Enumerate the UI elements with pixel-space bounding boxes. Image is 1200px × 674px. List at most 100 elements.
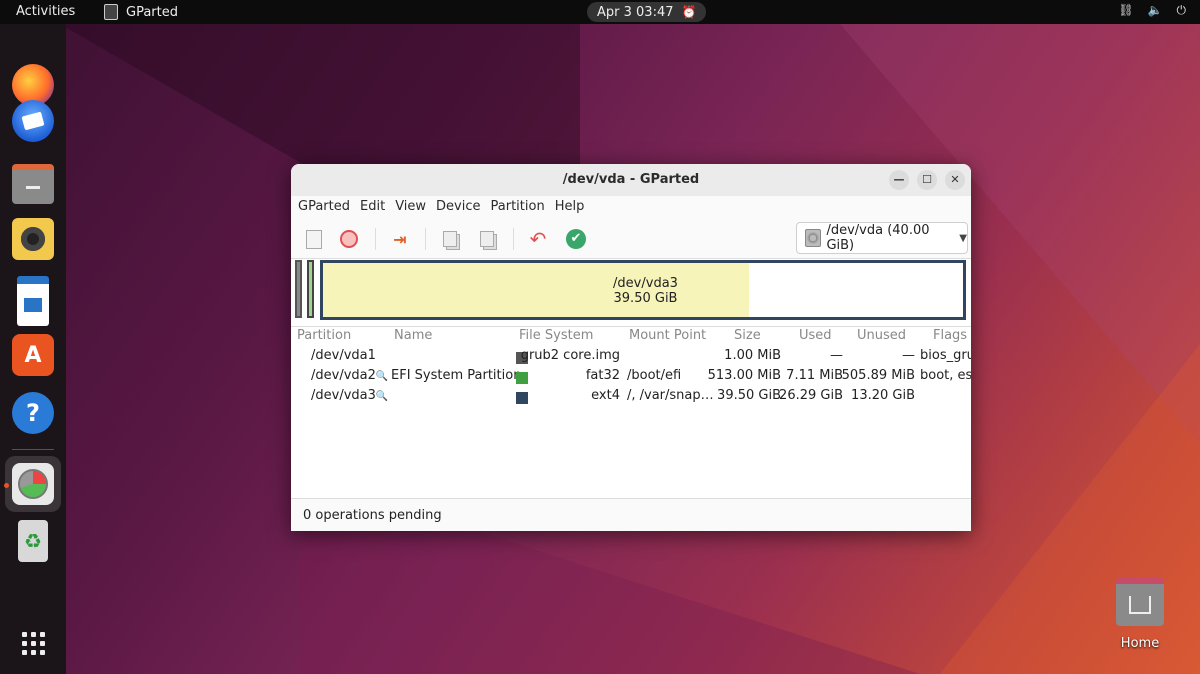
cell-flags: boot, esp xyxy=(920,368,971,383)
cell-size: 1.00 MiB xyxy=(724,348,781,363)
chevron-down-icon: ▼ xyxy=(959,232,967,244)
partition-block-vda1[interactable] xyxy=(295,260,302,318)
libreoffice-writer-icon[interactable] xyxy=(17,276,49,326)
cell-size: 513.00 MiB xyxy=(707,368,781,383)
device-selector[interactable]: /dev/vda (40.00 GiB) ▼ xyxy=(796,222,968,254)
gparted-app-icon xyxy=(104,4,118,20)
cell-partition: /dev/vda1 xyxy=(311,348,376,363)
new-partition-button[interactable] xyxy=(303,228,325,250)
disk-icon xyxy=(805,229,822,247)
cell-partition: /dev/vda3🔍 xyxy=(311,388,389,403)
cell-used: 26.29 GiB xyxy=(779,388,843,403)
col-mountpoint[interactable]: Mount Point xyxy=(629,328,706,343)
copy-icon xyxy=(443,231,457,247)
app-menu-label: GParted xyxy=(126,4,178,20)
cell-used: 7.11 MiB xyxy=(786,368,843,383)
trash-icon[interactable]: ♻ xyxy=(18,520,48,562)
delete-icon xyxy=(340,230,358,248)
toolbar-separator xyxy=(425,228,426,250)
menu-gparted[interactable]: GParted xyxy=(293,196,355,218)
status-bar: 0 operations pending xyxy=(291,498,971,531)
graph-size-label: 39.50 GiB xyxy=(613,291,678,306)
volume-icon: 🔈 xyxy=(1147,3,1163,17)
home-folder[interactable]: Home xyxy=(1112,578,1168,651)
graph-partition-label: /dev/vda3 xyxy=(613,276,678,291)
col-name[interactable]: Name xyxy=(394,328,432,343)
divider xyxy=(291,326,971,327)
dock: A ? ♻ xyxy=(0,24,66,674)
help-icon[interactable]: ? xyxy=(12,392,54,434)
partition-table: Partition Name File System Mount Point S… xyxy=(291,328,971,408)
menu-partition[interactable]: Partition xyxy=(486,196,550,218)
paste-button[interactable] xyxy=(476,228,498,250)
apply-check-icon: ✔ xyxy=(566,229,586,249)
network-icon: ⛓ xyxy=(1118,3,1134,17)
window-title: /dev/vda - GParted xyxy=(562,172,700,187)
cell-unused: 13.20 GiB xyxy=(851,388,915,403)
home-folder-label: Home xyxy=(1120,636,1160,651)
clock[interactable]: Apr 3 03:47 ⏰ xyxy=(587,2,707,22)
undo-button[interactable]: ↶ xyxy=(527,227,549,251)
app-center-icon[interactable]: A xyxy=(12,334,54,376)
resize-move-button[interactable]: ⇥ xyxy=(389,228,411,250)
home-folder-icon xyxy=(1116,578,1164,626)
mounted-magnifier-icon: 🔍 xyxy=(375,391,389,402)
col-filesystem[interactable]: File System xyxy=(519,328,593,343)
table-row[interactable]: /dev/vda1 grub2 core.img 1.00 MiB — — bios_gr… xyxy=(291,348,971,368)
col-flags[interactable]: Flags xyxy=(933,328,967,343)
table-row[interactable]: /dev/vda3🔍 ext4 /, /var/snap… 39.50 GiB 26.2… xyxy=(291,388,971,408)
close-button[interactable]: ✕ xyxy=(945,170,965,190)
cell-size: 39.50 GiB xyxy=(717,388,781,403)
minimize-button[interactable]: — xyxy=(889,170,909,190)
cell-name: EFI System Partition xyxy=(391,368,522,383)
col-partition[interactable]: Partition xyxy=(297,328,351,343)
delete-partition-button[interactable] xyxy=(338,228,360,250)
cell-filesystem: ext4 xyxy=(591,388,620,403)
clock-label: Apr 3 03:47 xyxy=(597,4,674,20)
cell-unused: — xyxy=(902,348,915,363)
filesystem-color-swatch xyxy=(516,372,528,384)
activities-button[interactable]: Activities xyxy=(16,4,75,19)
cell-used: — xyxy=(830,348,843,363)
paste-icon xyxy=(480,231,494,247)
dock-separator xyxy=(12,449,54,450)
cell-partition: /dev/vda2🔍 xyxy=(311,368,389,383)
partition-block-vda3[interactable]: /dev/vda3 39.50 GiB xyxy=(320,260,966,320)
col-size[interactable]: Size xyxy=(734,328,761,343)
cell-flags: bios_gru xyxy=(920,348,971,363)
system-tray[interactable]: ⛓ 🔈 ⏻ xyxy=(1118,3,1186,18)
power-icon: ⏻ xyxy=(1176,3,1187,17)
running-indicator xyxy=(4,483,9,488)
resize-move-icon: ⇥ xyxy=(393,229,407,249)
operations-pending-label: 0 operations pending xyxy=(303,508,442,523)
rhythmbox-icon[interactable] xyxy=(12,218,54,260)
table-row[interactable]: /dev/vda2🔍 EFI System Partition fat32/boot… xyxy=(291,368,971,388)
gparted-icon[interactable] xyxy=(12,463,54,505)
apply-button[interactable]: ✔ xyxy=(565,228,587,250)
mounted-magnifier-icon: 🔍 xyxy=(375,371,389,382)
files-icon[interactable] xyxy=(12,164,54,204)
toolbar-separator xyxy=(513,228,514,250)
menu-help[interactable]: Help xyxy=(550,196,590,218)
col-used[interactable]: Used xyxy=(799,328,832,343)
partition-graph: /dev/vda3 39.50 GiB xyxy=(295,260,967,322)
menu-bar: GParted Edit View Device Partition Help xyxy=(291,196,971,218)
app-menu[interactable]: GParted xyxy=(104,4,178,20)
menu-view[interactable]: View xyxy=(390,196,431,218)
table-header: Partition Name File System Mount Point S… xyxy=(291,328,971,346)
window-titlebar[interactable]: /dev/vda - GParted — ☐ ✕ xyxy=(291,164,971,196)
thunderbird-icon[interactable] xyxy=(12,100,54,142)
cell-unused: 505.89 MiB xyxy=(841,368,915,383)
device-selector-label: /dev/vda (40.00 GiB) xyxy=(826,223,930,253)
cell-mountpoint: /boot/efi xyxy=(627,368,682,383)
filesystem-color-swatch xyxy=(516,392,528,404)
menu-edit[interactable]: Edit xyxy=(355,196,390,218)
show-apps-icon[interactable] xyxy=(12,622,54,664)
partition-block-vda2[interactable] xyxy=(307,260,314,318)
cell-filesystem: fat32 xyxy=(585,368,620,383)
maximize-button[interactable]: ☐ xyxy=(917,170,937,190)
cell-mountpoint: /, /var/snap… xyxy=(627,388,714,403)
col-unused[interactable]: Unused xyxy=(857,328,906,343)
copy-button[interactable] xyxy=(439,228,461,250)
menu-device[interactable]: Device xyxy=(431,196,485,218)
